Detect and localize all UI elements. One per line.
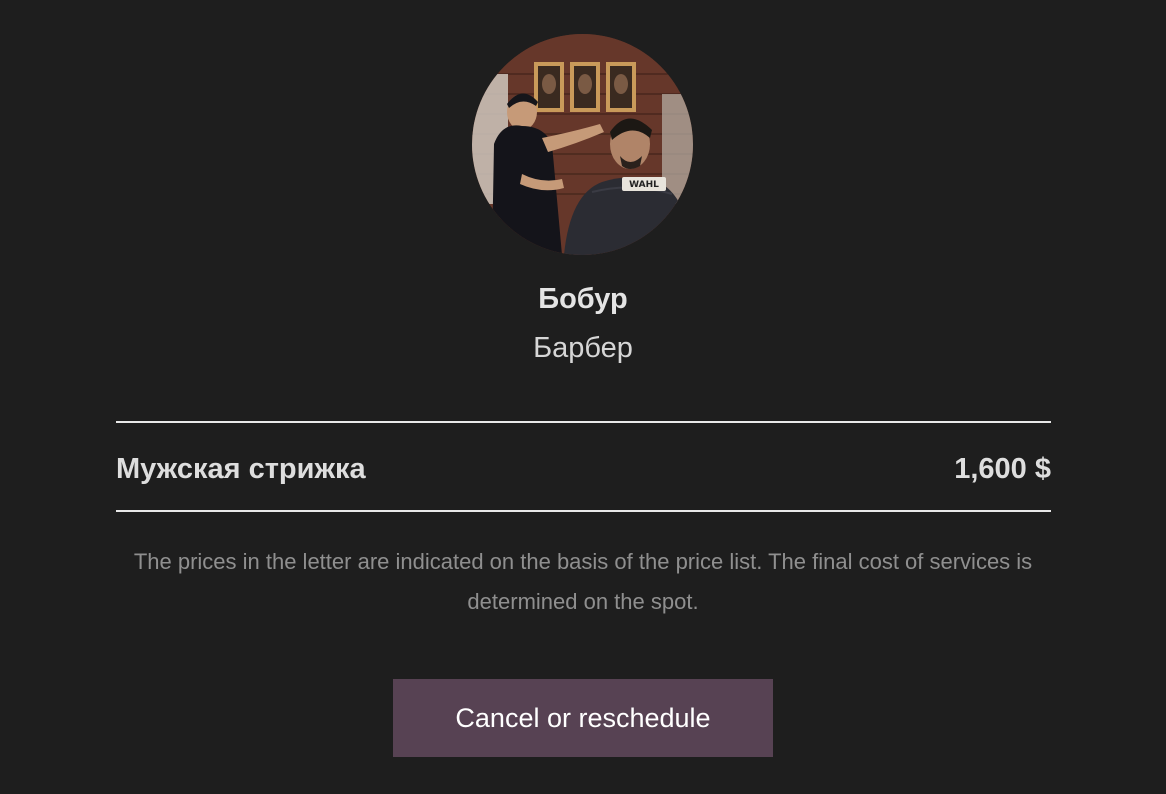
- service-row: Мужская стрижка 1,600 $: [116, 450, 1051, 488]
- cancel-or-reschedule-button[interactable]: Cancel or reschedule: [393, 679, 773, 757]
- service-name: Мужская стрижка: [116, 452, 366, 485]
- service-price: 1,600 $: [954, 452, 1051, 485]
- divider-top: [116, 421, 1051, 423]
- divider-bottom: [116, 510, 1051, 512]
- staff-role: Барбер: [533, 332, 633, 364]
- staff-name: Бобур: [538, 283, 628, 315]
- price-disclaimer: The prices in the letter are indicated o…: [133, 549, 1033, 614]
- barber-photo: WAHL: [472, 34, 693, 255]
- staff-avatar: WAHL: [472, 34, 693, 255]
- svg-text:WAHL: WAHL: [629, 180, 659, 190]
